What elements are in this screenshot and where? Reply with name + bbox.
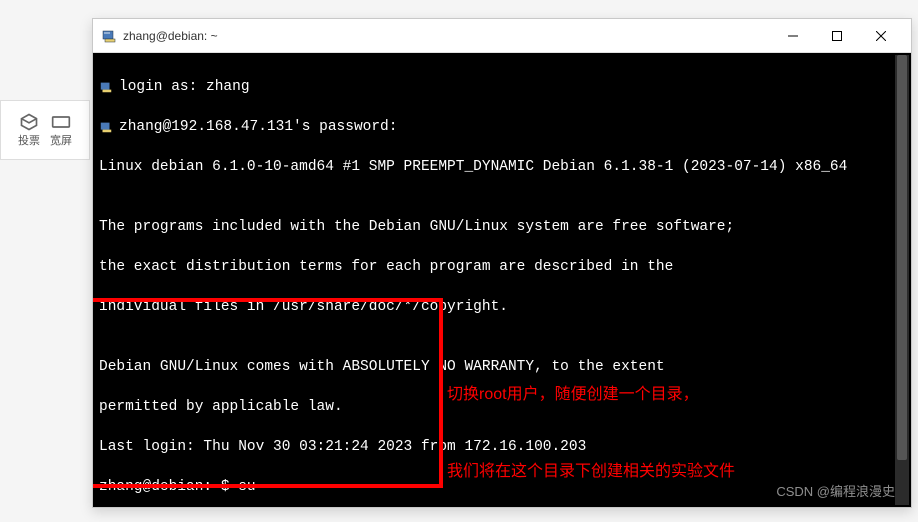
window-title: zhang@debian: ~	[123, 29, 771, 43]
putty-icon	[99, 120, 113, 134]
title-bar[interactable]: zhang@debian: ~	[93, 19, 911, 53]
watermark: CSDN @编程浪漫史	[776, 483, 895, 501]
terminal-line: Debian GNU/Linux comes with ABSOLUTELY N…	[99, 357, 905, 377]
terminal-line: permitted by applicable law.	[99, 397, 905, 417]
terminal-line: The programs included with the Debian GN…	[99, 217, 905, 237]
maximize-button[interactable]	[815, 21, 859, 51]
putty-icon	[99, 80, 113, 94]
minimize-icon	[788, 31, 798, 41]
scrollbar-thumb[interactable]	[897, 55, 907, 460]
putty-icon	[101, 28, 117, 44]
close-icon	[876, 31, 886, 41]
terminal-line: zhang@192.168.47.131's password:	[119, 117, 397, 137]
side-toolbar: 投票 宽屏	[0, 100, 90, 160]
widescreen-label: 宽屏	[50, 132, 72, 148]
vote-label: 投票	[18, 132, 40, 148]
vote-icon	[19, 112, 39, 132]
window-controls	[771, 21, 903, 51]
widescreen-button[interactable]: 宽屏	[50, 112, 72, 148]
minimize-button[interactable]	[771, 21, 815, 51]
terminal-line: the exact distribution terms for each pr…	[99, 257, 905, 277]
annotation-box	[93, 298, 443, 488]
maximize-icon	[832, 31, 842, 41]
terminal-line: login as: zhang	[119, 77, 250, 97]
terminal-body[interactable]: login as: zhang zhang@192.168.47.131's p…	[93, 53, 911, 507]
close-button[interactable]	[859, 21, 903, 51]
vote-button[interactable]: 投票	[18, 112, 40, 148]
widescreen-icon	[51, 112, 71, 132]
terminal-line: individual files in /usr/share/doc/*/cop…	[99, 297, 905, 317]
terminal-line: Linux debian 6.1.0-10-amd64 #1 SMP PREEM…	[99, 157, 905, 177]
terminal-window: zhang@debian: ~ login as: zhang zhang@19…	[92, 18, 912, 508]
terminal-line: Last login: Thu Nov 30 03:21:24 2023 fro…	[99, 437, 905, 457]
scrollbar-vertical[interactable]	[895, 55, 909, 505]
